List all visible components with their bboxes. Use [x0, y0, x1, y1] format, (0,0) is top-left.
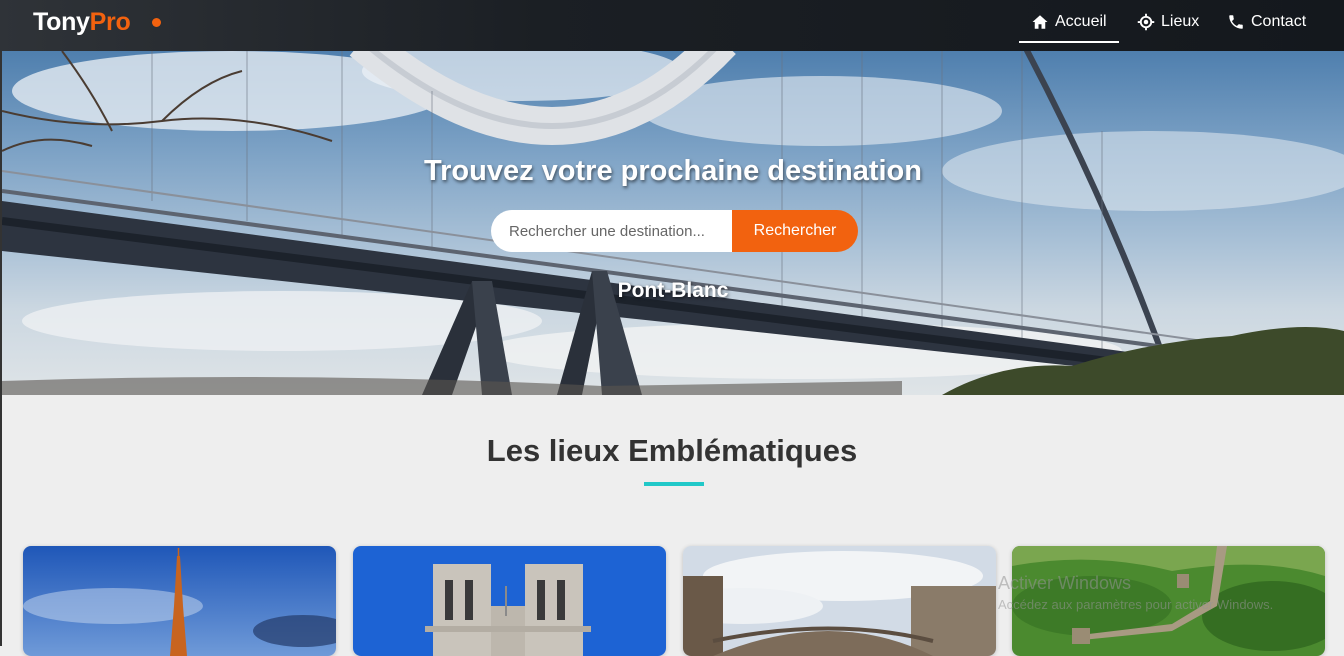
home-icon — [1032, 15, 1048, 29]
search-button[interactable]: Rechercher — [732, 210, 858, 252]
nav-item-label: Lieux — [1161, 13, 1200, 30]
logo[interactable]: TonyPro — [33, 8, 131, 37]
section-title-underline — [644, 482, 704, 486]
nav-item-label: Contact — [1251, 13, 1307, 30]
nav-item-contact[interactable]: Contact — [1227, 11, 1306, 33]
card-eiffel-tower[interactable] — [23, 546, 336, 656]
section-title: Les lieux Emblématiques — [486, 433, 858, 468]
nav-item-accueil[interactable]: Accueil — [1019, 11, 1119, 43]
search-bar: Rechercher — [491, 210, 858, 252]
logo-main: Tony — [33, 8, 90, 36]
location-icon — [1137, 13, 1155, 31]
logo-accent: Pro — [89, 8, 131, 36]
nav-item-lieux[interactable]: Lieux — [1137, 11, 1199, 33]
phone-icon — [1229, 15, 1243, 29]
window-left-edge — [0, 51, 2, 646]
nav-item-label: Accueil — [1055, 13, 1107, 30]
watermark-line2: Accédez aux paramètres pour activer Wind… — [998, 597, 1274, 612]
logo-dot — [152, 18, 161, 27]
old-bridge-image — [683, 546, 996, 656]
watermark-line1: Activer Windows — [998, 573, 1132, 593]
eiffel-tower-image — [23, 546, 336, 656]
search-input[interactable] — [491, 210, 732, 252]
hero-place-name: Pont-Blanc — [617, 279, 729, 302]
hero-banner: Trouvez votre prochaine destination Rech… — [2, 51, 1344, 395]
top-navbar: TonyPro Accueil Lieux Contact — [0, 0, 1344, 51]
card-notre-dame[interactable] — [353, 546, 666, 656]
notre-dame-image — [353, 546, 666, 656]
windows-activation-watermark: Activer Windows Accédez aux paramètres p… — [998, 572, 1273, 616]
card-old-bridge[interactable] — [683, 546, 996, 656]
hero-title: Trouvez votre prochaine destination — [424, 155, 922, 187]
